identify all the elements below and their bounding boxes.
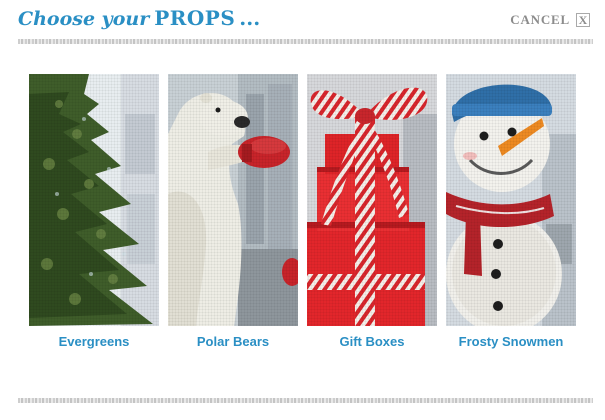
title-props-text: PROPS xyxy=(154,6,236,30)
title-ellipsis: ... xyxy=(239,6,261,30)
header-divider xyxy=(18,39,593,44)
gift-boxes-icon[interactable] xyxy=(307,74,437,326)
prop-option-polar-bears[interactable]: Polar Bears xyxy=(168,74,298,349)
footer-divider xyxy=(18,398,593,403)
close-icon[interactable]: X xyxy=(576,13,590,27)
prop-option-frosty-snowmen[interactable]: Frosty Snowmen xyxy=(446,74,576,349)
prop-option-gift-boxes[interactable]: Gift Boxes xyxy=(307,74,437,349)
dialog-header: Choose your PROPS... CANCEL X xyxy=(0,0,605,44)
cancel-button[interactable]: CANCEL X xyxy=(510,12,590,28)
cancel-label: CANCEL xyxy=(510,12,570,27)
props-gallery: Evergreens Polar Bears Gift Boxes Frosty… xyxy=(29,74,577,374)
prop-label-frosty-snowmen[interactable]: Frosty Snowmen xyxy=(426,334,596,349)
prop-option-evergreens[interactable]: Evergreens xyxy=(29,74,159,349)
polar-bear-boxing-icon[interactable] xyxy=(168,74,298,326)
title-script-text: Choose your xyxy=(18,8,150,30)
dialog-title: Choose your PROPS... xyxy=(18,6,260,30)
snowman-icon[interactable] xyxy=(446,74,576,326)
evergreen-tree-icon[interactable] xyxy=(29,74,159,326)
